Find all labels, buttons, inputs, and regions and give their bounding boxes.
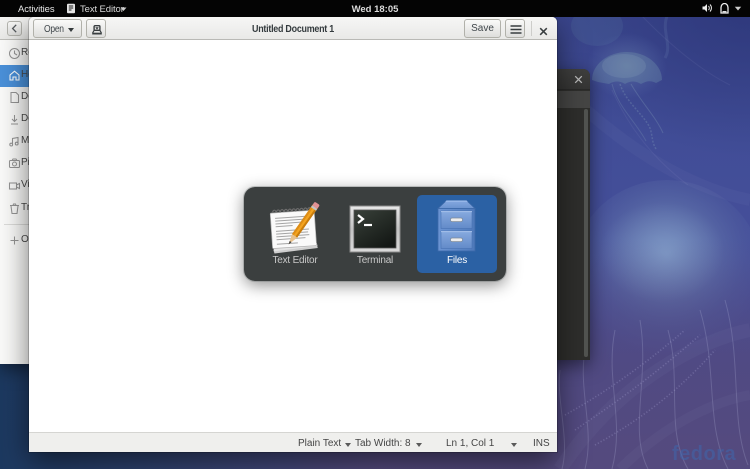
- svg-text:fedora: fedora: [672, 443, 737, 465]
